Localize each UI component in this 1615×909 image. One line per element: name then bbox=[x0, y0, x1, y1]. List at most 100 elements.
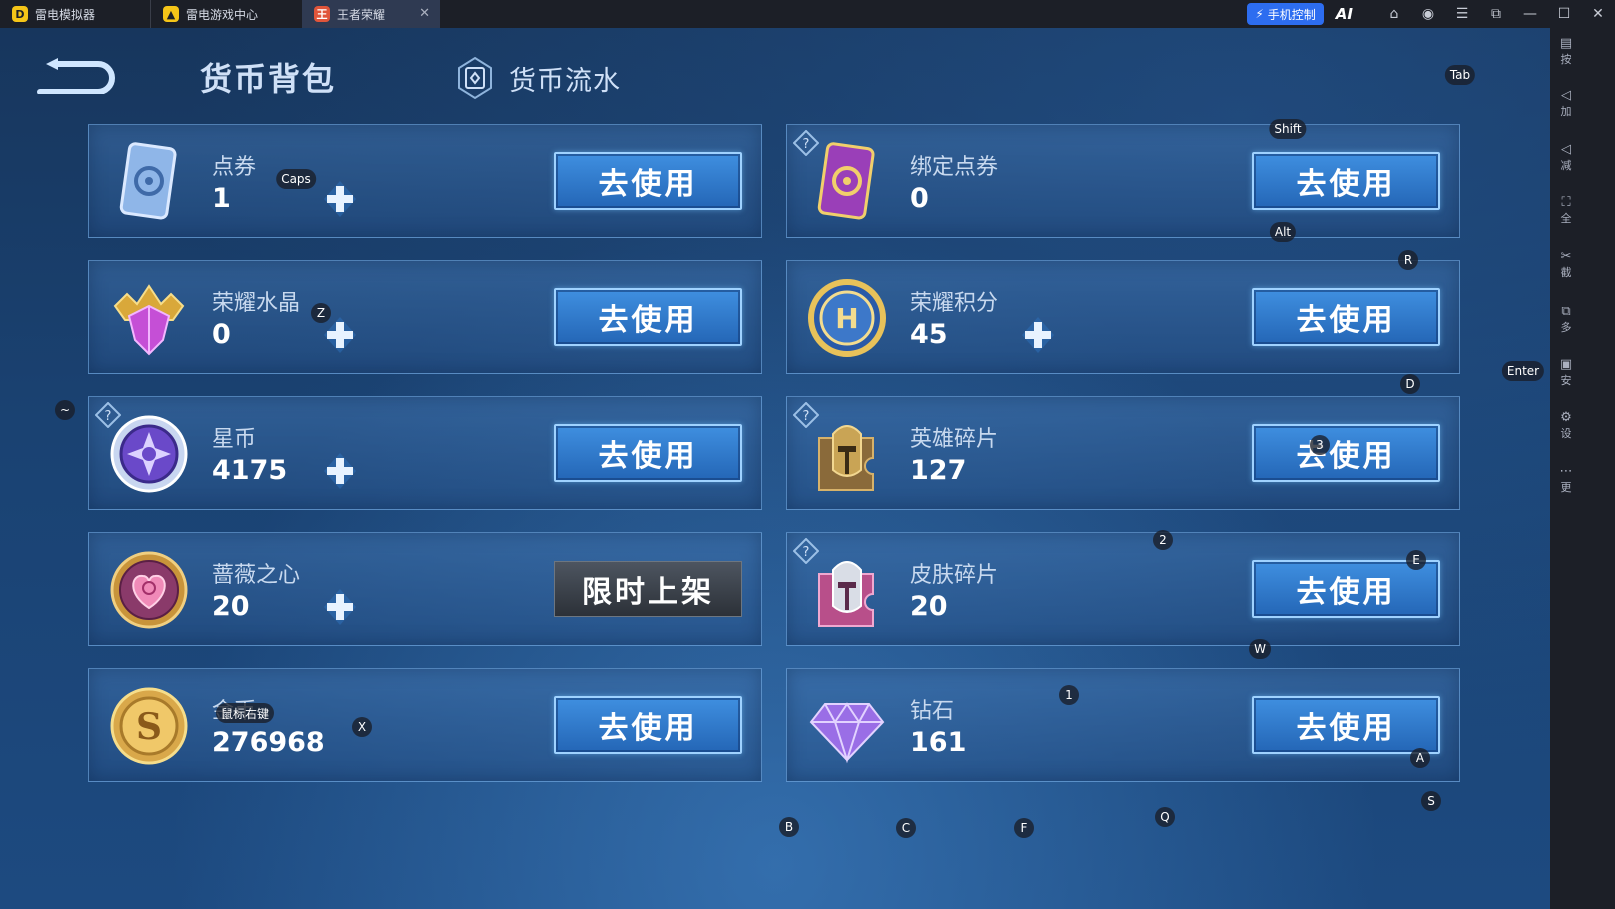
key-hint: 1 bbox=[1059, 685, 1079, 705]
currency-name: 点券 bbox=[212, 155, 257, 180]
lightning-icon: ⚡ bbox=[1255, 7, 1264, 21]
currency-card-hero-fragment: ? 英雄碎片 127 去使用 bbox=[786, 396, 1460, 510]
honor-of-kings-icon: 王 bbox=[314, 6, 330, 22]
currency-amount: 4175 bbox=[212, 455, 288, 486]
menu-icon[interactable]: ☰ bbox=[1445, 6, 1479, 22]
volume-up-icon: ◁ bbox=[1561, 88, 1571, 103]
tab-game-center[interactable]: ▲ 雷电游戏中心 bbox=[150, 0, 302, 28]
plus-icon[interactable] bbox=[319, 178, 361, 220]
sidebar-item-screenshot[interactable]: ✂ 截 bbox=[1556, 249, 1576, 280]
plus-icon[interactable] bbox=[319, 586, 361, 628]
phone-control-button[interactable]: ⚡ 手机控制 bbox=[1247, 3, 1324, 25]
currency-name: 绑定点券 bbox=[910, 155, 999, 180]
avatar-icon[interactable]: ◉ bbox=[1411, 6, 1445, 22]
tab-close-icon[interactable]: ✕ bbox=[419, 6, 430, 21]
use-glory-crystal-button[interactable]: 去使用 bbox=[554, 288, 742, 346]
close-icon[interactable]: ✕ bbox=[1581, 6, 1615, 22]
sidebar-item-label: 设 bbox=[1560, 427, 1572, 440]
currency-card-star-coin: ? 星币 4175 去使用 bbox=[88, 396, 762, 510]
tab-honor-of-kings[interactable]: 王 王者荣耀 ✕ bbox=[302, 0, 440, 28]
currency-flow-tab[interactable]: 货币流水 bbox=[455, 56, 621, 100]
currency-name: 蔷薇之心 bbox=[212, 563, 301, 588]
currency-card-gold-coin: S 金币 276968 去使用 bbox=[88, 668, 762, 782]
scissors-icon: ✂ bbox=[1560, 249, 1572, 264]
multi-window-icon: ⧉ bbox=[1561, 304, 1571, 319]
leidian-logo-icon: D bbox=[12, 6, 28, 22]
key-hint: S bbox=[1421, 791, 1441, 811]
star-coin-icon bbox=[110, 415, 188, 493]
tab-label: 雷电模拟器 bbox=[35, 7, 96, 22]
store-icon[interactable]: ⌂ bbox=[1377, 6, 1411, 22]
sidebar-item-volume-down[interactable]: ◁ 减 bbox=[1556, 142, 1576, 173]
sidebar-item-install[interactable]: ▣ 安 bbox=[1556, 357, 1576, 388]
currency-name: 钻石 bbox=[910, 699, 955, 724]
sidebar-item-volume-up[interactable]: ◁ 加 bbox=[1556, 88, 1576, 119]
currency-flow-icon bbox=[458, 56, 492, 100]
plus-icon[interactable] bbox=[319, 450, 361, 492]
use-bound-voucher-button[interactable]: 去使用 bbox=[1252, 152, 1440, 210]
currency-amount: 276968 bbox=[212, 727, 325, 758]
tab-leidian-emulator[interactable]: D 雷电模拟器 bbox=[0, 0, 150, 28]
sidebar-item-fullscreen[interactable]: ⛶ 全 bbox=[1556, 195, 1576, 226]
key-hint: Z bbox=[311, 303, 331, 323]
sidebar-item-settings[interactable]: ⚙ 设 bbox=[1556, 410, 1576, 441]
gear-icon: ⚙ bbox=[1560, 410, 1572, 425]
key-hint: C bbox=[896, 818, 916, 838]
use-diamond-button[interactable]: 去使用 bbox=[1252, 696, 1440, 754]
ai-icon[interactable]: AI bbox=[1336, 5, 1353, 23]
currency-amount: 20 bbox=[212, 591, 250, 622]
svg-text:S: S bbox=[136, 706, 162, 748]
currency-amount: 20 bbox=[910, 591, 948, 622]
sidebar-item-label: 加 bbox=[1560, 105, 1572, 118]
fullscreen-icon: ⛶ bbox=[1561, 195, 1571, 210]
currency-amount: 127 bbox=[910, 455, 967, 486]
key-hint: Caps bbox=[276, 169, 316, 189]
currency-card-glory-points: H 荣耀积分 45 去使用 bbox=[786, 260, 1460, 374]
plus-icon[interactable] bbox=[1017, 314, 1059, 356]
hero-fragment-icon bbox=[818, 425, 874, 491]
currency-card-bound-voucher: ? 绑定点券 0 去使用 bbox=[786, 124, 1460, 238]
skin-fragment-icon bbox=[818, 561, 874, 627]
maximize-icon[interactable]: ☐ bbox=[1547, 6, 1581, 22]
key-hint: 鼠标右键 bbox=[215, 703, 275, 723]
keyboard-icon: ▤ bbox=[1559, 36, 1573, 51]
more-icon: ⋯ bbox=[1559, 464, 1573, 479]
currency-amount: 161 bbox=[910, 727, 967, 758]
sidebar-item-label: 减 bbox=[1560, 159, 1572, 172]
glory-points-icon: H bbox=[808, 279, 886, 357]
sidebar-item-label: 按 bbox=[1560, 53, 1572, 66]
key-hint: W bbox=[1249, 639, 1271, 659]
use-gold-coin-button[interactable]: 去使用 bbox=[554, 696, 742, 754]
voucher-card-icon bbox=[119, 142, 177, 220]
currency-name: 荣耀水晶 bbox=[212, 291, 301, 316]
sidebar-item-label: 安 bbox=[1560, 374, 1572, 387]
key-hint: Alt bbox=[1269, 222, 1297, 242]
key-hint: Shift bbox=[1269, 119, 1307, 139]
currency-amount: 0 bbox=[910, 183, 929, 214]
key-hint: B bbox=[779, 817, 799, 837]
use-voucher-button[interactable]: 去使用 bbox=[554, 152, 742, 210]
currency-name: 皮肤碎片 bbox=[910, 563, 999, 588]
shrink-icon[interactable]: ⧉ bbox=[1479, 6, 1513, 22]
key-hint: Tab bbox=[1444, 65, 1476, 85]
back-arrow-icon[interactable] bbox=[36, 54, 116, 94]
key-hint: 3 bbox=[1310, 435, 1330, 455]
use-star-coin-button[interactable]: 去使用 bbox=[554, 424, 742, 482]
key-hint: E bbox=[1406, 550, 1426, 570]
use-glory-points-button[interactable]: 去使用 bbox=[1252, 288, 1440, 346]
key-hint: 2 bbox=[1153, 530, 1173, 550]
sidebar-item-multi-instance[interactable]: ⧉ 多 bbox=[1556, 304, 1576, 335]
bound-voucher-card-icon bbox=[817, 142, 875, 220]
key-hint: X bbox=[352, 717, 372, 737]
use-hero-fragment-button[interactable]: 去使用 bbox=[1252, 424, 1440, 482]
sidebar-item-keymap[interactable]: ▤ 按 bbox=[1556, 36, 1576, 67]
emulator-title-bar: D 雷电模拟器 ▲ 雷电游戏中心 王 王者荣耀 ✕ ⚡ 手机控制 AI ⌂ ◉ … bbox=[0, 0, 1615, 28]
sidebar-item-more[interactable]: ⋯ 更 bbox=[1556, 464, 1576, 495]
sidebar-item-label: 更 bbox=[1560, 481, 1572, 494]
phone-control-label: 手机控制 bbox=[1267, 7, 1316, 22]
limited-time-button[interactable]: 限时上架 bbox=[554, 561, 742, 617]
currency-card-glory-crystal: 荣耀水晶 0 去使用 bbox=[88, 260, 762, 374]
currency-card-rose-heart: 蔷薇之心 20 限时上架 bbox=[88, 532, 762, 646]
currency-amount: 1 bbox=[212, 183, 231, 214]
minimize-icon[interactable]: — bbox=[1513, 6, 1547, 22]
